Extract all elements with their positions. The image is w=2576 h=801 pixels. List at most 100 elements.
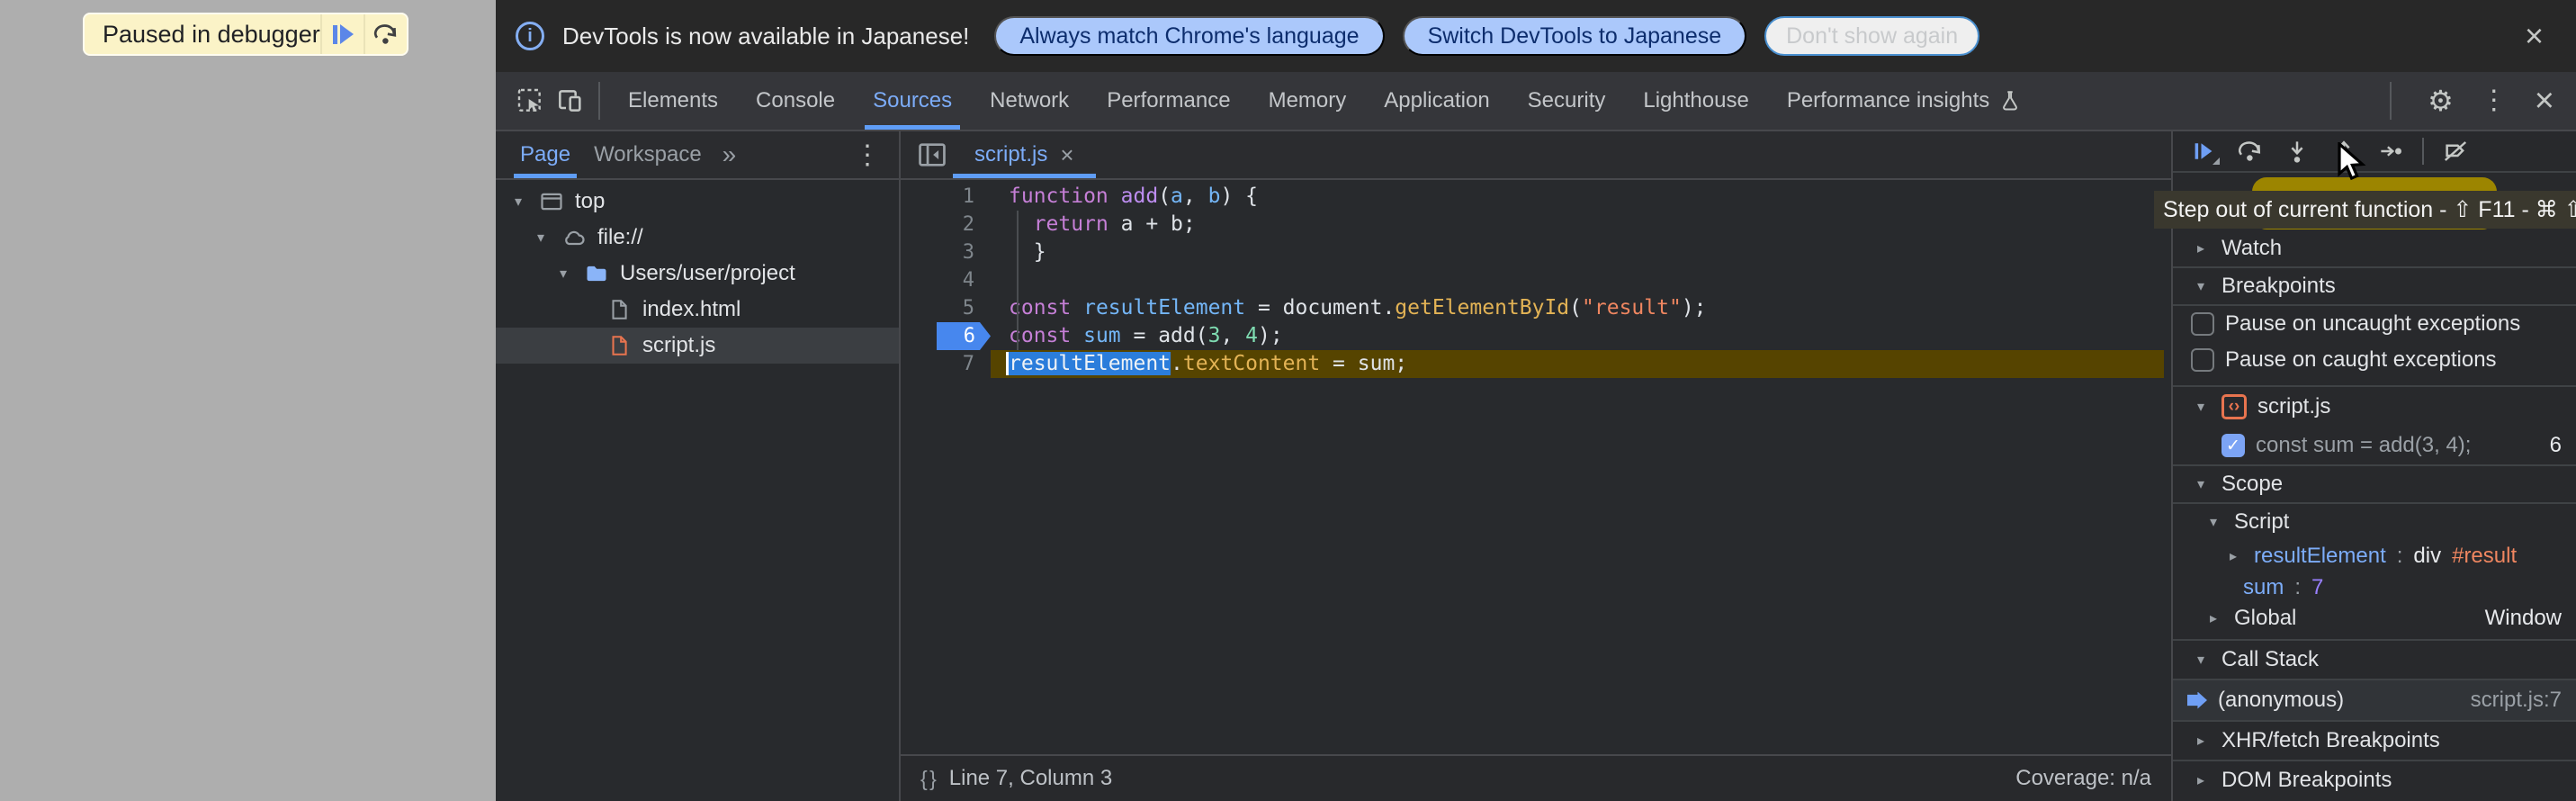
scope-global-group[interactable]: ▸ Global Window xyxy=(2173,603,2576,634)
tree-item-label: script.js xyxy=(642,333,715,358)
variable-value-id: #result xyxy=(2452,544,2517,569)
scope-script-group[interactable]: ▾ Script xyxy=(2173,504,2576,540)
pretty-print-icon[interactable]: { } xyxy=(920,767,935,791)
step-over-button[interactable] xyxy=(2227,131,2274,171)
navigator-sidebar: Page Workspace » ⋮ ▾top▾file://▾Users/us… xyxy=(496,131,901,801)
navigator-menu-kebab-icon[interactable]: ⋮ xyxy=(854,140,886,171)
line-number-gutter[interactable]: 6 xyxy=(901,322,991,350)
editor-tab-close-icon[interactable]: × xyxy=(1060,141,1073,169)
main-tab-performance[interactable]: Performance xyxy=(1088,72,1249,130)
line-number-gutter[interactable]: 7 xyxy=(901,350,991,378)
code-token: = sum; xyxy=(1320,352,1407,375)
main-tab-network[interactable]: Network xyxy=(971,72,1088,130)
code-text[interactable]: const resultElement = document.getElemen… xyxy=(991,294,2171,322)
main-tab-label: Lighthouse xyxy=(1643,88,1748,113)
tab-workspace[interactable]: Workspace xyxy=(582,131,714,178)
code-lines: 1function add(a, b) {2 return a + b;3 } 4… xyxy=(901,183,2171,378)
breakpoint-file-label: script.js xyxy=(2257,394,2330,419)
tree-item-label: Users/user/project xyxy=(620,261,795,286)
pause-caught-label: Pause on caught exceptions xyxy=(2225,347,2497,373)
resume-script-execution-button[interactable] xyxy=(2180,131,2227,171)
code-token: = document. xyxy=(1245,296,1395,320)
line-number-gutter[interactable]: 4 xyxy=(901,266,991,294)
close-devtools-icon[interactable]: × xyxy=(2535,84,2554,118)
line-number-gutter[interactable]: 1 xyxy=(901,183,991,211)
main-tab-label: Security xyxy=(1528,88,1606,113)
tab-page[interactable]: Page xyxy=(508,131,582,178)
step-over-button-banner[interactable] xyxy=(364,14,407,54)
step-into-button[interactable] xyxy=(2274,131,2320,171)
resume-script-button[interactable] xyxy=(320,14,364,54)
code-text[interactable]: } xyxy=(991,238,2171,266)
sources-panel: Page Workspace » ⋮ ▾top▾file://▾Users/us… xyxy=(496,131,2576,801)
code-token: b xyxy=(1208,184,1221,208)
breakpoint-enabled-checkbox[interactable]: ✓ xyxy=(2221,434,2245,457)
main-tab-console[interactable]: Console xyxy=(737,72,854,130)
scope-variable-row[interactable]: sum: 7 xyxy=(2173,572,2576,603)
debugger-sections: ▸ Watch ▾ Breakpoints Pause on uncaught … xyxy=(2173,230,2576,801)
code-text[interactable]: const sum = add(3, 4); xyxy=(991,322,2171,350)
line-number-gutter[interactable]: 2 xyxy=(901,211,991,238)
code-token: ( xyxy=(1569,296,1582,320)
code-token: } xyxy=(1009,240,1046,264)
js-file-icon xyxy=(606,332,633,359)
code-text[interactable]: resultElement.textContent = sum; xyxy=(991,350,2164,378)
infobar-close-icon[interactable]: × xyxy=(2525,20,2556,52)
section-breakpoints[interactable]: ▾ Breakpoints xyxy=(2173,268,2576,306)
pause-caught-checkbox[interactable] xyxy=(2191,348,2214,372)
call-stack-frame[interactable]: (anonymous) script.js:7 xyxy=(2173,680,2576,720)
section-call-stack[interactable]: ▾ Call Stack xyxy=(2173,641,2576,680)
tree-item-script-js[interactable]: script.js xyxy=(496,328,899,364)
main-tab-lighthouse[interactable]: Lighthouse xyxy=(1624,72,1767,130)
main-tab-performance-insights[interactable]: Performance insights xyxy=(1768,72,2041,130)
code-text[interactable] xyxy=(991,266,2171,294)
paused-in-debugger-banner: Paused in debugger xyxy=(83,13,408,56)
breakpoint-marker[interactable]: 6 xyxy=(937,322,991,350)
code-line-4: 4 xyxy=(901,266,2171,294)
section-watch[interactable]: ▸ Watch xyxy=(2173,230,2576,268)
device-toolbar-button[interactable] xyxy=(550,81,589,121)
language-infobar: i DevTools is now available in Japanese!… xyxy=(496,0,2576,72)
editor-tab-script-js[interactable]: script.js × xyxy=(953,131,1096,178)
cursor-position-label: Line 7, Column 3 xyxy=(949,766,1112,791)
breakpoint-entry[interactable]: ✓ const sum = add(3, 4); 6 xyxy=(2173,427,2576,464)
switch-to-japanese-button[interactable]: Switch DevTools to Japanese xyxy=(1403,16,1747,56)
step-button[interactable] xyxy=(2367,131,2414,171)
watch-label: Watch xyxy=(2221,236,2282,261)
code-line-1: 1function add(a, b) { xyxy=(901,183,2171,211)
editor-tab-strip: script.js × xyxy=(901,131,2171,180)
dont-show-again-button[interactable]: Don't show again xyxy=(1764,16,1979,56)
code-token: add xyxy=(1121,184,1159,208)
inspect-element-button[interactable] xyxy=(510,81,550,121)
main-tab-application[interactable]: Application xyxy=(1365,72,1508,130)
tree-item-users-user-project[interactable]: ▾Users/user/project xyxy=(496,256,899,292)
tree-item-file-[interactable]: ▾file:// xyxy=(496,220,899,256)
tree-item-top[interactable]: ▾top xyxy=(496,184,899,220)
settings-gear-icon[interactable]: ⚙ xyxy=(2428,86,2454,115)
hide-navigator-button[interactable] xyxy=(911,131,953,178)
line-number-gutter[interactable]: 5 xyxy=(901,294,991,322)
main-tab-memory[interactable]: Memory xyxy=(1250,72,1366,130)
tree-item-index-html[interactable]: index.html xyxy=(496,292,899,328)
main-tab-elements[interactable]: Elements xyxy=(609,72,737,130)
main-tab-security[interactable]: Security xyxy=(1509,72,1625,130)
scope-script-label: Script xyxy=(2234,509,2289,535)
more-options-kebab-icon[interactable]: ⋮ xyxy=(2481,87,2508,114)
section-dom-breakpoints[interactable]: ▸ DOM Breakpoints xyxy=(2173,760,2576,799)
more-tabs-chevron-icon[interactable]: » xyxy=(714,140,746,169)
global-value: Window xyxy=(2485,606,2576,631)
code-text[interactable]: function add(a, b) { xyxy=(991,183,2171,211)
section-scope[interactable]: ▾ Scope xyxy=(2173,464,2576,504)
always-match-language-button[interactable]: Always match Chrome's language xyxy=(994,16,1384,56)
pause-uncaught-checkbox[interactable] xyxy=(2191,312,2214,336)
code-text[interactable]: return a + b; xyxy=(991,211,2171,238)
scope-variable-row[interactable]: ▸ resultElement: div#result xyxy=(2173,540,2576,572)
line-number-gutter[interactable]: 3 xyxy=(901,238,991,266)
code-token: . xyxy=(1171,352,1183,375)
deactivate-breakpoints-button[interactable] xyxy=(2432,131,2479,171)
main-tab-sources[interactable]: Sources xyxy=(854,72,971,130)
main-tab-label: Application xyxy=(1384,88,1489,113)
section-xhr-breakpoints[interactable]: ▸ XHR/fetch Breakpoints xyxy=(2173,720,2576,760)
breakpoint-file-group[interactable]: ▾ ‹› script.js xyxy=(2173,387,2576,427)
collapsed-arrow-icon: ▸ xyxy=(2191,771,2211,789)
